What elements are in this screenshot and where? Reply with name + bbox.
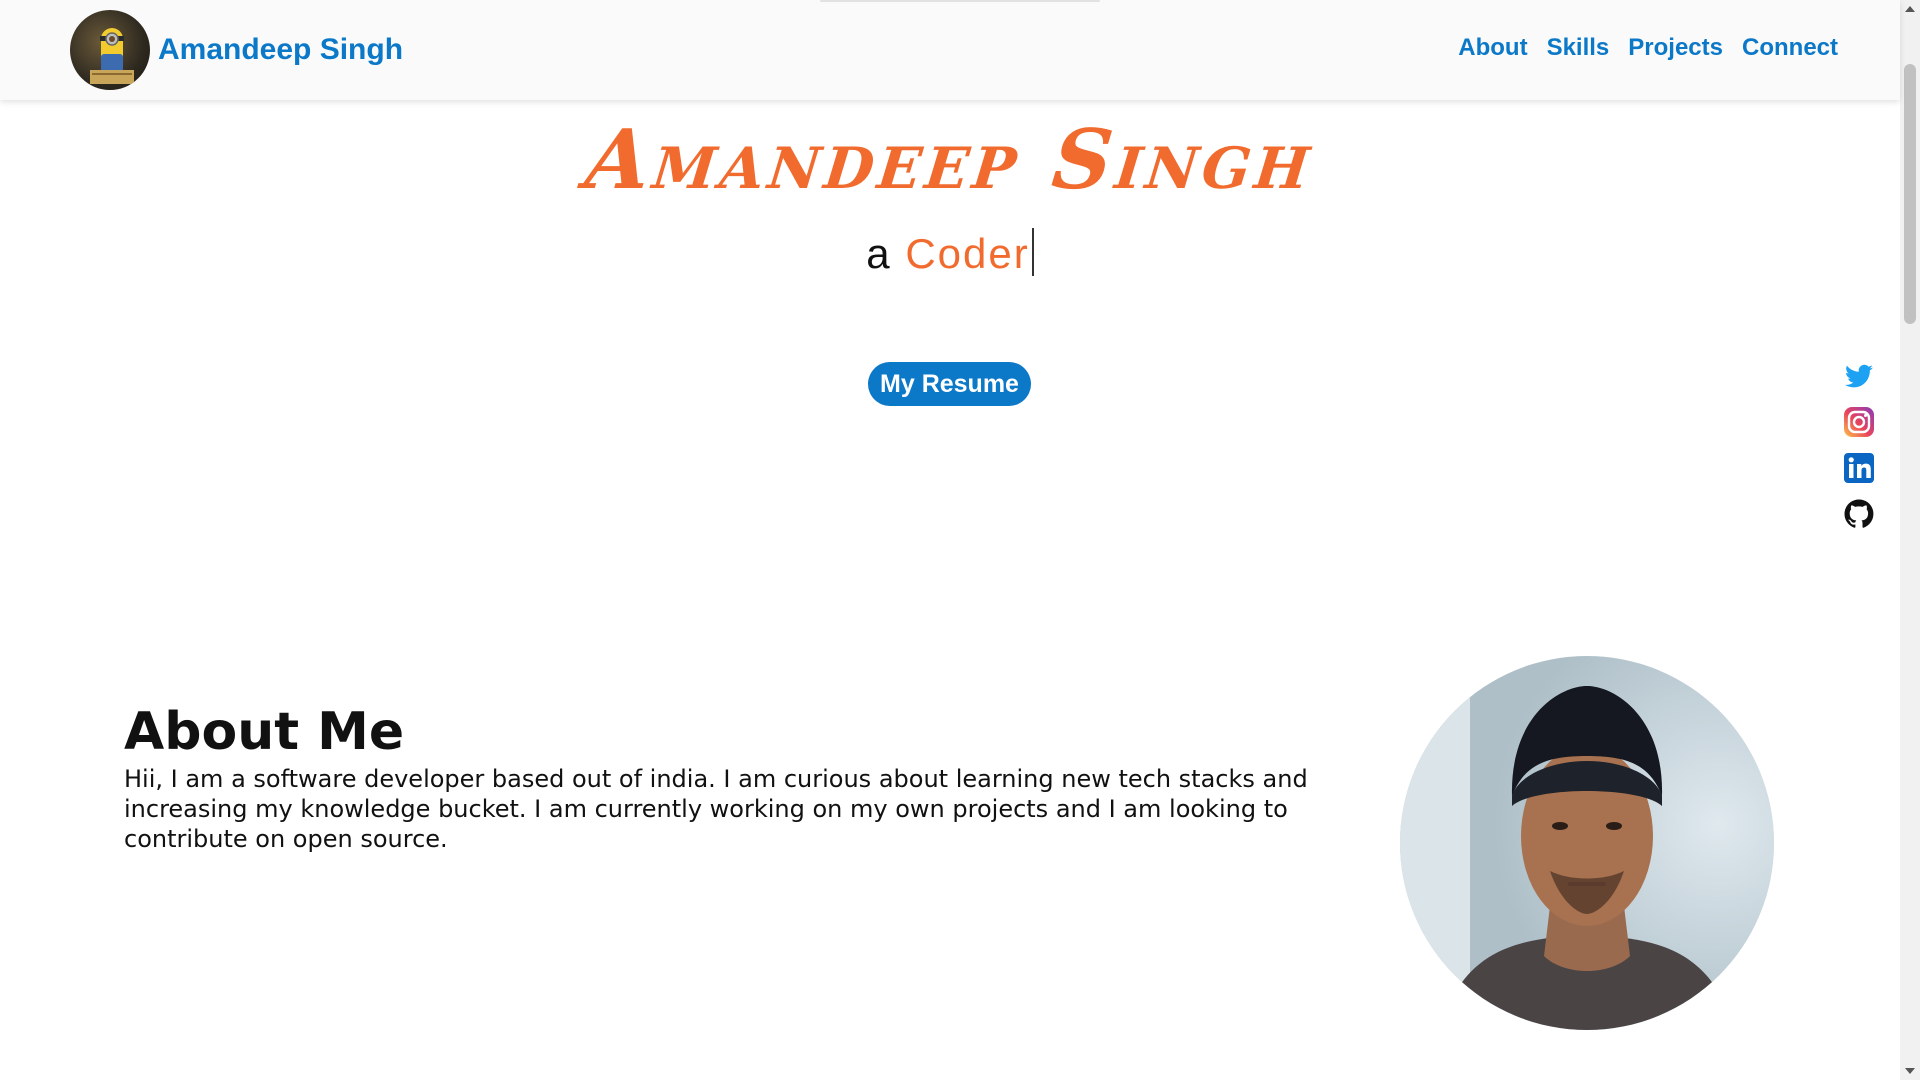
brand[interactable]: Amandeep Singh — [70, 10, 403, 90]
minion-icon — [90, 28, 134, 84]
social-links — [1843, 360, 1875, 530]
about-text: Hii, I am a software developer based out… — [124, 765, 1308, 853]
navbar: Amandeep Singh About Skills Projects Con… — [0, 0, 1900, 100]
scrollbar-thumb[interactable] — [1904, 64, 1916, 324]
hero-title: Amandeep Singh — [581, 112, 1319, 208]
about-title: About Me — [124, 702, 405, 762]
nav-link-skills[interactable]: Skills — [1547, 34, 1610, 62]
instagram-icon[interactable] — [1843, 406, 1875, 438]
profile-photo — [1400, 656, 1774, 1030]
nav-link-connect[interactable]: Connect — [1742, 34, 1838, 62]
twitter-icon[interactable] — [1843, 360, 1875, 392]
page-scrollbar[interactable] — [1900, 0, 1920, 1080]
brand-name[interactable]: Amandeep Singh — [158, 33, 403, 67]
profile-person-illustration — [1400, 656, 1774, 1030]
nav-link-projects[interactable]: Projects — [1628, 34, 1723, 62]
brand-avatar[interactable] — [70, 10, 150, 90]
typed-prefix: a — [866, 230, 892, 277]
top-divider — [820, 0, 1100, 2]
typed-word: Coder — [905, 230, 1030, 277]
linkedin-icon[interactable] — [1843, 452, 1875, 484]
scroll-down-arrow-icon[interactable] — [1905, 1068, 1915, 1074]
github-icon[interactable] — [1843, 498, 1875, 530]
nav-links: About Skills Projects Connect — [1458, 34, 1838, 62]
resume-button[interactable]: My Resume — [868, 362, 1031, 406]
typed-tagline: a Coder — [0, 228, 1900, 278]
typing-cursor — [1031, 228, 1034, 276]
nav-link-about[interactable]: About — [1458, 34, 1527, 62]
scroll-up-arrow-icon[interactable] — [1905, 6, 1915, 12]
